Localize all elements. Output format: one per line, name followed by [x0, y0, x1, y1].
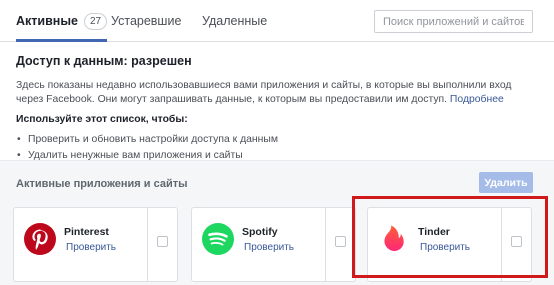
- use-list-item: Проверить и обновить настройки доступа к…: [16, 132, 536, 148]
- active-apps-section: Активные приложения и сайты Удалить Pint…: [0, 160, 554, 285]
- app-name: Spotify: [242, 226, 278, 238]
- select-checkbox[interactable]: [335, 236, 346, 247]
- tab-active[interactable]: Активные 27: [16, 0, 108, 42]
- tab-expired[interactable]: Устаревшие: [111, 0, 181, 42]
- tab-bar: Активные 27 Устаревшие Удаленные: [0, 0, 554, 42]
- card-divider: [325, 208, 326, 281]
- learn-more-link[interactable]: Подробнее: [450, 94, 504, 105]
- review-link[interactable]: Проверить: [420, 242, 470, 253]
- active-count-badge: 27: [83, 13, 108, 30]
- info-description: Здесь показаны недавно использовавшиеся …: [16, 79, 536, 107]
- section-title: Активные приложения и сайты: [16, 178, 188, 190]
- data-access-info: Доступ к данным: разрешен Здесь показаны…: [16, 54, 536, 164]
- spotify-icon: [202, 223, 234, 255]
- card-divider: [147, 208, 148, 281]
- tinder-flame-icon: [384, 225, 404, 252]
- select-checkbox[interactable]: [157, 236, 168, 247]
- card-divider: [501, 208, 502, 281]
- tab-active-label: Активные: [16, 14, 78, 28]
- tab-removed[interactable]: Удаленные: [202, 0, 267, 42]
- search-input[interactable]: [374, 10, 533, 33]
- app-name: Tinder: [418, 226, 450, 238]
- app-card-pinterest[interactable]: Pinterest Проверить: [13, 207, 178, 282]
- info-description-text: Здесь показаны недавно использовавшиеся …: [16, 80, 512, 105]
- review-link[interactable]: Проверить: [244, 242, 294, 253]
- app-name: Pinterest: [64, 226, 109, 238]
- app-card-tinder[interactable]: Tinder Проверить: [367, 207, 532, 282]
- delete-button[interactable]: Удалить: [479, 172, 533, 193]
- pinterest-icon: [24, 223, 56, 255]
- page-title: Доступ к данным: разрешен: [16, 54, 192, 68]
- select-checkbox[interactable]: [511, 236, 522, 247]
- app-card-spotify[interactable]: Spotify Проверить: [191, 207, 356, 282]
- review-link[interactable]: Проверить: [66, 242, 116, 253]
- use-list-title: Используйте этот список, чтобы:: [16, 114, 188, 125]
